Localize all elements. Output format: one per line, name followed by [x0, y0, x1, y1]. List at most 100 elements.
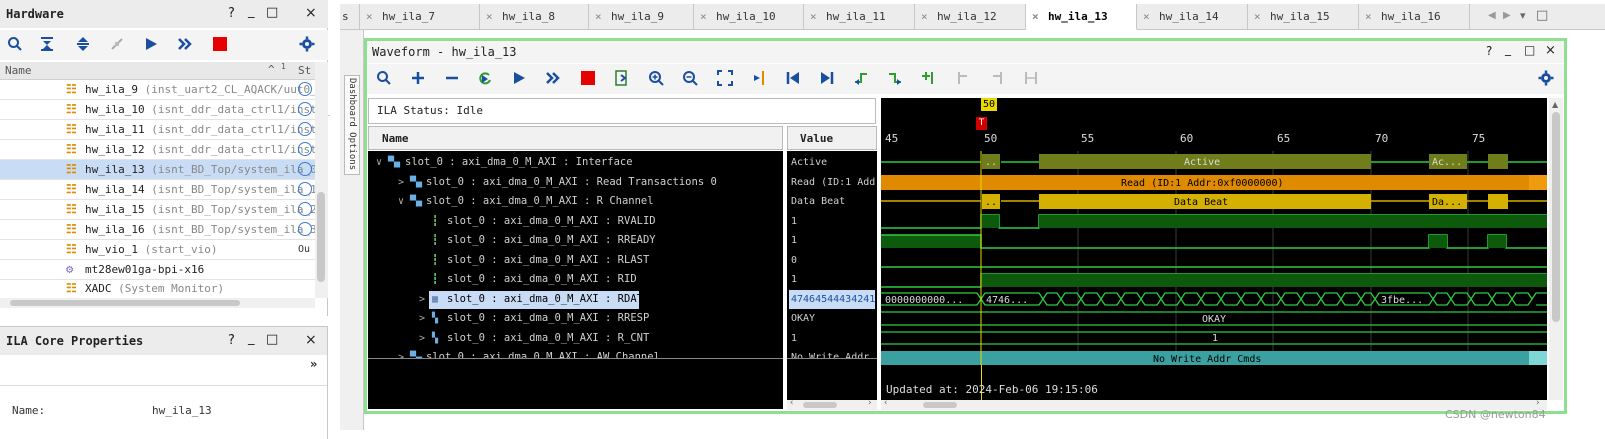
stop-icon[interactable] — [579, 70, 597, 88]
previous-transition-icon[interactable] — [852, 70, 870, 88]
expander[interactable]: ∨ — [376, 153, 382, 172]
run-immediate-icon[interactable] — [176, 36, 194, 54]
run-trigger-icon[interactable] — [142, 36, 160, 54]
zoom-fit-icon[interactable] — [716, 70, 734, 88]
tab-hw-ila-15[interactable]: × hw_ila_15 — [1248, 4, 1359, 30]
float-icon[interactable]: □ — [1524, 43, 1535, 57]
expander[interactable]: > — [419, 309, 425, 328]
tree-row[interactable]: ☷ XADC (System Monitor) — [0, 279, 315, 299]
signal-row[interactable]: > ▀▄ slot_0 : axi_dma_0_M_AXI : Read Tra… — [368, 173, 783, 193]
signal-row[interactable]: ┇ slot_0 : axi_dma_0_M_AXI : RID — [368, 270, 783, 290]
column-status-header[interactable]: St — [298, 64, 311, 77]
name-column-header[interactable]: Name — [368, 126, 783, 150]
tree-row[interactable]: ☷ hw_ila_14 (isnt_BD_Top/system_ila_1_ — [0, 180, 323, 200]
maximize-icon[interactable]: □ — [1536, 8, 1548, 23]
tree-row[interactable]: ⚙ mt28ew01ga-bpi-x16 — [0, 260, 315, 280]
tab-hw-ila-14[interactable]: × hw_ila_14 — [1137, 4, 1248, 30]
tab-hw-ila-11[interactable]: × hw_ila_11 — [804, 4, 915, 30]
signal-row[interactable]: ┇ slot_0 : axi_dma_0_M_AXI : RREADY — [368, 231, 783, 251]
expander[interactable]: > — [398, 348, 404, 358]
collapse-all-icon[interactable] — [38, 36, 56, 54]
float-icon[interactable]: □ — [266, 332, 278, 347]
signal-row-selected[interactable]: > ▦ slot_0 : axi_dma_0_M_AXI : RDATA — [368, 290, 783, 310]
scroll-thumb[interactable] — [10, 300, 240, 306]
scroll-thumb[interactable] — [803, 402, 837, 408]
expander[interactable]: ∨ — [398, 192, 404, 211]
gear-icon[interactable] — [1537, 70, 1555, 88]
scroll-left-icon[interactable]: ‹ — [883, 398, 888, 408]
tree-row[interactable]: ☷ hw_ila_12 (isnt_ddr_data_ctrl1/inst_ — [0, 140, 323, 160]
signal-row[interactable]: ┇ slot_0 : axi_dma_0_M_AXI : RVALID — [368, 212, 783, 232]
tree-row[interactable]: ☷ hw_ila_9 (inst_uart2_CL_AQACK/uut0_ — [0, 80, 317, 100]
close-icon[interactable]: × — [921, 4, 928, 30]
tab-hw-ila-12[interactable]: × hw_ila_12 — [915, 4, 1026, 30]
value-column-header[interactable]: Value — [787, 126, 877, 150]
column-name-header[interactable]: Name — [5, 64, 32, 77]
expander[interactable]: > — [419, 329, 425, 348]
tab-scroll-right-icon[interactable]: ▶ — [1503, 10, 1511, 21]
close-icon[interactable]: × — [305, 5, 317, 21]
previous-marker-icon[interactable] — [954, 70, 972, 88]
scroll-right-icon[interactable]: › — [1535, 398, 1540, 408]
signal-row[interactable]: ∨ ▀▄ slot_0 : axi_dma_0_M_AXI : R Channe… — [368, 192, 783, 212]
scroll-thumb[interactable] — [317, 192, 325, 282]
close-icon[interactable]: × — [305, 332, 317, 348]
value-horizontal-scrollbar[interactable]: ‹ › — [787, 398, 877, 410]
go-to-start-icon[interactable] — [784, 70, 802, 88]
close-icon[interactable]: × — [1143, 4, 1150, 30]
minimize-icon[interactable]: _ — [1505, 42, 1511, 56]
signal-row[interactable]: > ▚ slot_0 : axi_dma_0_M_AXI : RRESP — [368, 309, 783, 329]
close-icon[interactable]: × — [1545, 43, 1556, 58]
export-icon[interactable] — [613, 70, 631, 88]
search-icon[interactable] — [375, 70, 393, 88]
close-icon[interactable]: × — [486, 4, 493, 30]
zoom-in-icon[interactable] — [647, 70, 665, 88]
hardware-horizontal-scrollbar[interactable] — [0, 298, 315, 308]
stop-icon[interactable] — [211, 36, 229, 54]
add-marker-icon[interactable] — [920, 70, 938, 88]
tab-hw-ila-9[interactable]: × hw_ila_9 — [589, 4, 694, 30]
swap-cursors-icon[interactable] — [1022, 70, 1040, 88]
expander[interactable]: > — [398, 173, 404, 192]
hardware-vertical-scrollbar[interactable] — [315, 62, 328, 298]
help-icon[interactable]: ? — [228, 333, 235, 348]
close-icon[interactable]: × — [366, 4, 373, 30]
waveform-vertical-scrollbar[interactable]: ▲ — [1549, 98, 1563, 400]
expand-all-icon[interactable] — [74, 36, 92, 54]
minimize-icon[interactable]: _ — [248, 4, 255, 19]
tab-hw-ila-10[interactable]: × hw_ila_10 — [694, 4, 804, 30]
tree-row[interactable]: ☷ hw_ila_16 (isnt_BD_Top/system_ila_3_ — [0, 220, 323, 240]
tree-row-selected[interactable]: ☷ hw_ila_13 (isnt_BD_Top/system_ila_0_ — [0, 160, 323, 180]
next-marker-icon[interactable] — [988, 70, 1006, 88]
close-icon[interactable]: × — [810, 4, 817, 30]
tab-hw-ila-13[interactable]: × hw_ila_13 — [1026, 4, 1137, 30]
trigger-marker[interactable]: T — [976, 117, 987, 130]
gear-icon[interactable] — [298, 36, 316, 54]
go-to-end-icon[interactable] — [818, 70, 836, 88]
tab-overflow-left[interactable]: s — [340, 4, 360, 30]
tab-hw-ila-7[interactable]: × hw_ila_7 — [360, 4, 480, 30]
help-icon[interactable]: ? — [1486, 44, 1492, 58]
close-icon[interactable]: × — [595, 4, 602, 30]
more-options-icon[interactable]: » — [310, 357, 317, 371]
minimize-icon[interactable]: _ — [248, 331, 255, 346]
add-probe-icon[interactable] — [409, 70, 427, 88]
auto-retrigger-icon[interactable] — [476, 70, 494, 88]
next-transition-icon[interactable] — [886, 70, 904, 88]
auto-connect-icon[interactable] — [108, 36, 126, 54]
cursor-marker-label[interactable]: 50 — [981, 98, 997, 111]
tab-list-icon[interactable]: ▾ — [1520, 9, 1526, 22]
float-icon[interactable]: □ — [266, 5, 278, 20]
tab-hw-ila-16[interactable]: × hw_ila_16 — [1359, 4, 1470, 30]
tree-row[interactable]: ☷ hw_ila_10 (isnt_ddr_data_ctrl1/inst0_ — [0, 100, 330, 120]
tree-row[interactable]: ☷ hw_ila_15 (isnt_BD_Top/system_ila_2_ — [0, 200, 323, 220]
scroll-right-icon[interactable]: › — [867, 398, 872, 408]
expander[interactable]: > — [419, 290, 425, 309]
tree-row[interactable]: ☷ hw_vio_1 (start_vio) Ou — [0, 240, 315, 260]
search-icon[interactable] — [6, 36, 24, 54]
signal-row[interactable]: > ▚ slot_0 : axi_dma_0_M_AXI : R_CNT — [368, 329, 783, 349]
tab-hw-ila-8[interactable]: × hw_ila_8 — [480, 4, 589, 30]
scroll-thumb[interactable] — [1552, 112, 1560, 322]
close-icon[interactable]: × — [1032, 4, 1039, 30]
scroll-up-icon[interactable]: ▲ — [1552, 100, 1558, 109]
